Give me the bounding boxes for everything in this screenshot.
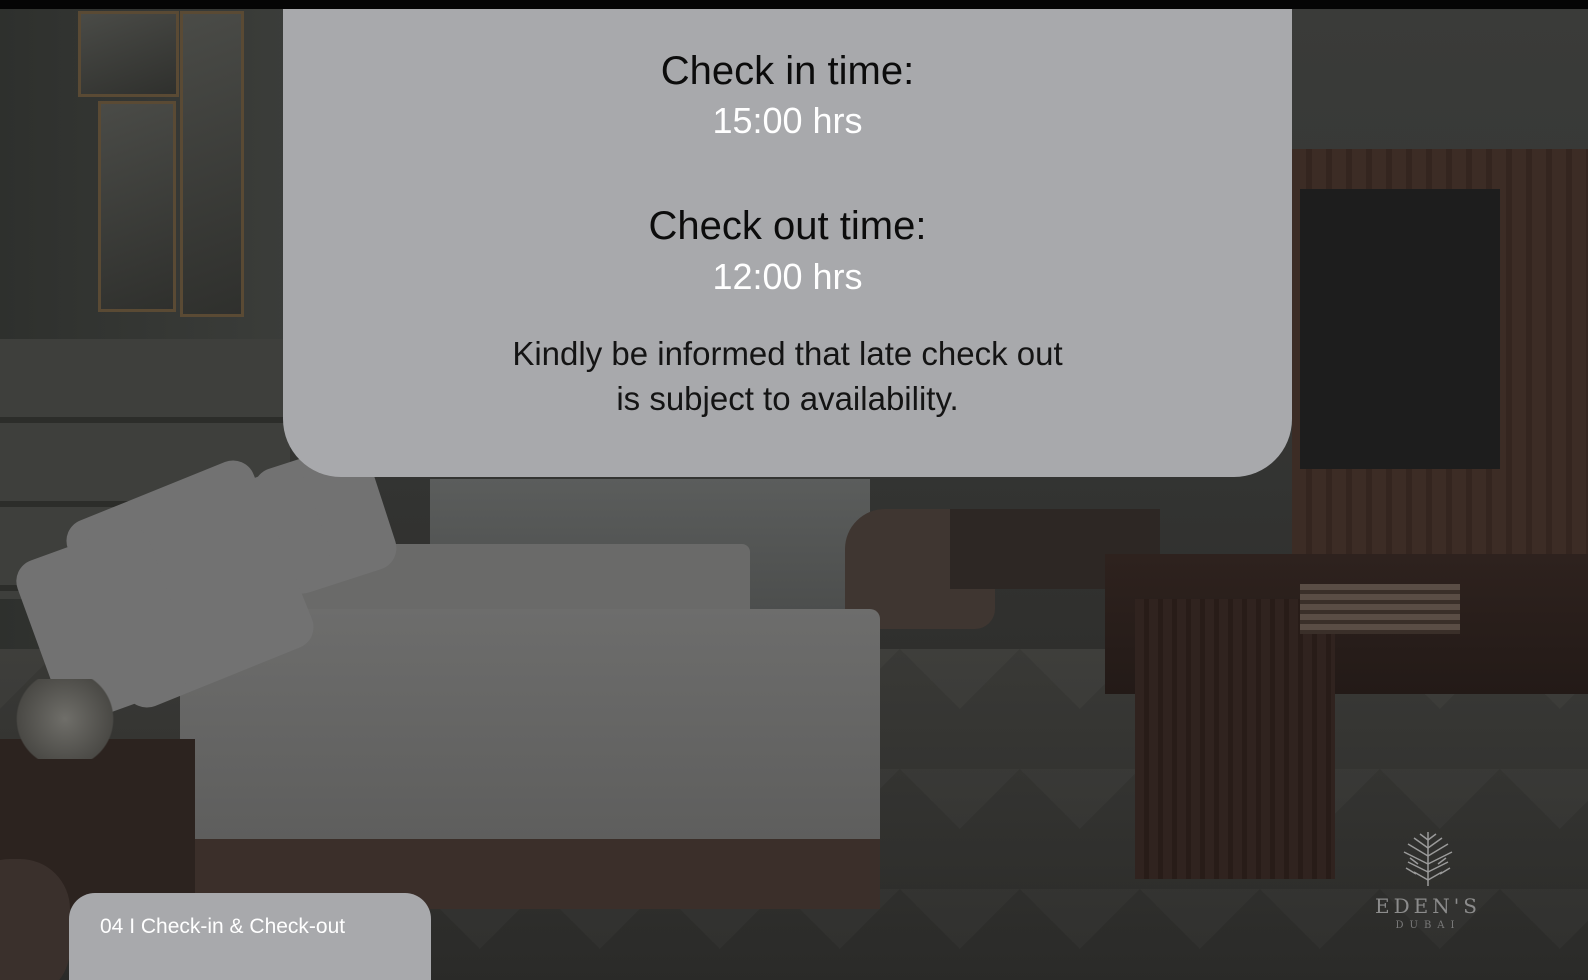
flower-vase	[10, 679, 120, 759]
late-checkout-note-line-2: is subject to availability.	[616, 380, 959, 417]
top-bar	[0, 0, 1588, 9]
cabinet	[1135, 599, 1335, 879]
wall-frame	[180, 11, 244, 317]
section-label: 04 I Check-in & Check-out	[100, 915, 346, 938]
book-stack	[1300, 584, 1460, 634]
slide: Check in time: 15:00 hrs Check out time:…	[0, 0, 1588, 980]
palm-leaf-icon	[1403, 832, 1453, 886]
section-label-tab: 04 I Check-in & Check-out	[69, 893, 431, 980]
wall-frame	[78, 11, 179, 97]
television	[1300, 189, 1500, 469]
checkin-time: 15:00 hrs	[712, 100, 863, 141]
checkin-heading: Check in time:	[660, 49, 915, 93]
logo-city: DUBAI	[1395, 920, 1461, 931]
checkout-heading: Check out time:	[648, 204, 927, 248]
logo-name: EDEN'S	[1375, 894, 1481, 918]
late-checkout-note-line-1: Kindly be informed that late check out	[512, 335, 1063, 372]
checkout-time: 12:00 hrs	[712, 256, 863, 297]
checkin-checkout-card: Check in time: 15:00 hrs Check out time:…	[283, 9, 1292, 477]
edens-dubai-logo: EDEN'S DUBAI	[1372, 828, 1484, 940]
wall-frame	[98, 101, 176, 312]
